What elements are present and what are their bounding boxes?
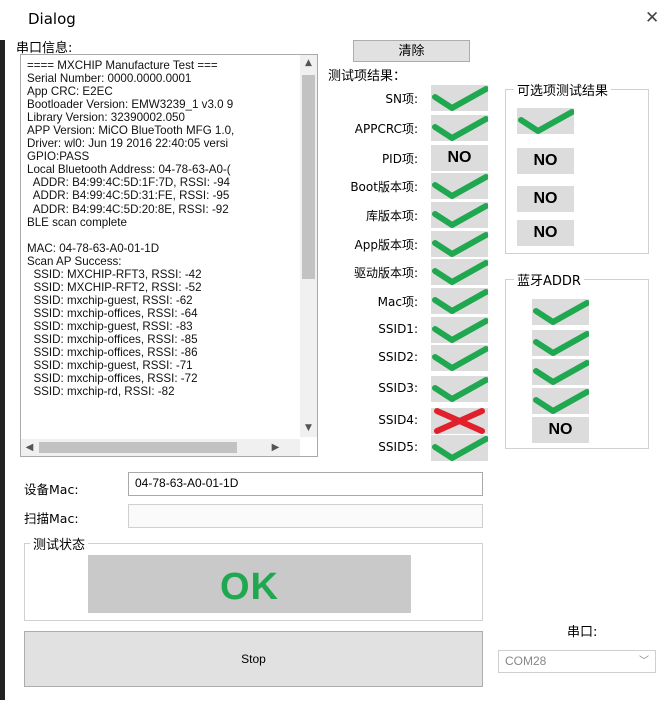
bt-addr-check-icon — [532, 388, 589, 414]
log-vertical-thumb[interactable] — [302, 75, 315, 279]
bt-addr-check-icon — [532, 359, 589, 385]
device-mac-label: 设备Mac: — [24, 482, 79, 497]
scroll-down-icon[interactable]: ▼ — [300, 420, 317, 437]
scroll-left-icon[interactable]: ◀ — [21, 439, 38, 456]
result-check-icon — [431, 259, 488, 285]
scan-mac-field[interactable] — [128, 504, 483, 528]
result-label: SSID3: — [378, 381, 418, 395]
window-edge — [0, 40, 5, 700]
log-horizontal-thumb[interactable] — [39, 442, 237, 453]
result-label: 库版本项: — [365, 209, 418, 223]
log-vertical-scrollbar[interactable]: ▲ ▼ — [300, 55, 317, 437]
result-check-icon — [431, 345, 488, 371]
results-title: 测试项结果： — [328, 69, 407, 84]
log-horizontal-scrollbar[interactable]: ◀ ▶ — [21, 439, 300, 456]
scroll-right-icon[interactable]: ▶ — [267, 439, 284, 456]
result-cross-icon — [431, 408, 488, 434]
optional-result-no-badge: NO — [517, 148, 574, 174]
result-label: SN项: — [385, 92, 418, 106]
result-check-icon — [431, 317, 488, 343]
result-no-badge: NO — [431, 145, 488, 171]
result-check-icon — [431, 288, 488, 314]
result-check-icon — [431, 376, 488, 402]
bt-addr-check-icon — [532, 330, 589, 356]
result-label: SSID2: — [378, 350, 418, 364]
close-icon[interactable]: ✕ — [645, 8, 659, 28]
port-select[interactable]: COM28 ﹀ — [498, 650, 656, 673]
test-status-panel: OK — [88, 555, 411, 613]
clear-button[interactable]: 清除 — [353, 40, 470, 62]
result-label: App版本项: — [354, 238, 419, 252]
stop-button[interactable]: Stop — [24, 631, 483, 687]
result-label: 驱动版本项: — [353, 266, 418, 280]
scroll-up-icon[interactable]: ▲ — [300, 55, 317, 72]
result-check-icon — [431, 85, 488, 111]
result-label: SSID5: — [378, 440, 418, 454]
result-label: SSID1: — [378, 322, 418, 336]
result-check-icon — [431, 202, 488, 228]
port-label: 串口: — [567, 625, 598, 640]
result-check-icon — [431, 115, 488, 141]
result-label: Boot版本项: — [350, 180, 418, 194]
scan-mac-label: 扫描Mac: — [24, 511, 79, 526]
serial-log-box[interactable]: ==== MXCHIP Manufacture Test === Serial … — [20, 54, 318, 457]
test-status-title: 测试状态 — [30, 534, 89, 553]
chevron-down-icon[interactable]: ﹀ — [639, 651, 649, 672]
result-label: Mac项: — [377, 295, 418, 309]
bt-addr-check-icon — [532, 299, 589, 325]
optional-result-check-icon — [517, 108, 574, 134]
result-label: SSID4: — [378, 413, 418, 427]
optional-result-no-badge: NO — [517, 186, 574, 212]
device-mac-field[interactable]: 04-78-63-A0-01-1D — [128, 472, 483, 496]
optional-result-no-badge: NO — [517, 220, 574, 246]
optional-results-title: 可选项测试结果 — [514, 80, 612, 99]
result-check-icon — [431, 173, 488, 199]
bt-addr-title: 蓝牙ADDR — [514, 270, 584, 289]
result-check-icon — [431, 231, 488, 257]
test-status-value: OK — [220, 566, 279, 608]
serial-log-text: ==== MXCHIP Manufacture Test === Serial … — [27, 59, 235, 399]
bt-addr-no-badge: NO — [532, 417, 589, 443]
result-label: PID项: — [381, 152, 418, 166]
window-title: Dialog — [28, 10, 76, 28]
port-select-value: COM28 — [505, 654, 547, 668]
result-label: APPCRC项: — [354, 122, 418, 136]
result-check-icon — [431, 435, 488, 461]
